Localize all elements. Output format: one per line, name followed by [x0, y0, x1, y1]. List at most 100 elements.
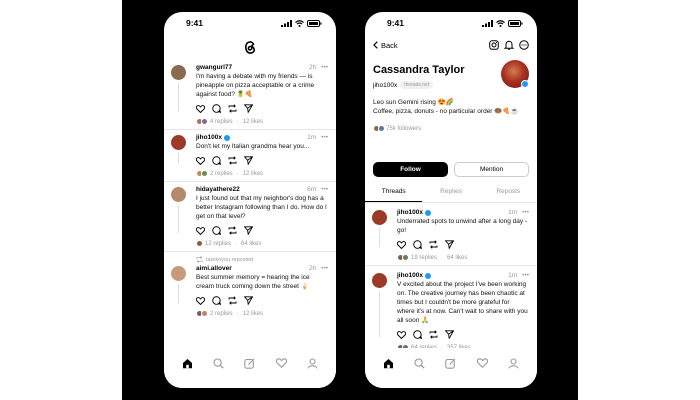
reply-count[interactable]: 4 replies — [210, 119, 233, 125]
repost-icon[interactable] — [429, 330, 438, 339]
post-stats: 12 replies · 64 likes — [196, 240, 328, 247]
like-icon[interactable] — [397, 330, 406, 339]
post-username[interactable]: aimi.allover — [196, 265, 232, 272]
compose-icon[interactable] — [244, 358, 255, 369]
share-icon[interactable] — [445, 240, 454, 249]
instagram-icon[interactable] — [489, 40, 499, 50]
reply-count[interactable]: 2 replies — [210, 311, 233, 317]
avatar[interactable] — [171, 65, 186, 80]
like-count[interactable]: 64 likes — [447, 255, 467, 261]
back-label: Back — [381, 40, 398, 50]
avatar[interactable] — [171, 187, 186, 202]
reply-count[interactable]: 19 replies — [411, 255, 437, 261]
mention-button[interactable]: Mention — [454, 162, 529, 177]
post-time: 1m — [307, 134, 317, 141]
reply-count[interactable]: 2 replies — [210, 171, 233, 177]
like-icon[interactable] — [397, 240, 406, 249]
tab-threads[interactable]: Threads — [365, 183, 423, 202]
avatar[interactable] — [171, 135, 186, 150]
more-icon[interactable]: ••• — [321, 186, 328, 193]
search-icon[interactable] — [213, 357, 224, 369]
feed-phone: 9:41 gwangurl77 2h ••• I'm having a debat… — [164, 12, 336, 388]
repost-icon[interactable] — [228, 156, 237, 165]
like-icon[interactable] — [196, 226, 205, 235]
profile-avatar[interactable] — [501, 60, 529, 88]
avatar[interactable] — [171, 266, 186, 281]
thread-line — [379, 291, 380, 337]
like-icon[interactable] — [196, 104, 205, 113]
share-icon[interactable] — [244, 226, 253, 235]
like-icon[interactable] — [196, 296, 205, 305]
tab-reposts[interactable]: Reposts — [480, 183, 537, 202]
threads-logo-icon[interactable] — [243, 39, 257, 55]
more-icon[interactable]: ••• — [321, 134, 328, 141]
tab-replies[interactable]: Replies — [422, 183, 479, 202]
post-username[interactable]: jiho100x — [397, 272, 423, 279]
avatar[interactable] — [372, 273, 387, 288]
post-username[interactable]: jiho100x — [196, 134, 222, 141]
profile-icon[interactable] — [307, 357, 318, 369]
compose-icon[interactable] — [445, 358, 456, 369]
post-username[interactable]: hidayathere22 — [196, 186, 240, 193]
profile-post[interactable]: jiho100x 1m ••• Underrated spots to unwin… — [365, 203, 537, 266]
feed-post[interactable]: aimi.allover 2h ••• Best summer memory = … — [164, 263, 336, 321]
comment-icon[interactable] — [212, 156, 221, 165]
home-icon[interactable] — [383, 358, 394, 369]
back-button[interactable]: Back — [373, 41, 398, 50]
share-icon[interactable] — [244, 156, 253, 165]
reply-avatars — [196, 310, 208, 317]
search-icon[interactable] — [414, 357, 425, 369]
domain-pill[interactable]: threads.net — [400, 81, 434, 89]
post-username[interactable]: jiho100x — [397, 209, 423, 216]
more-circle-icon[interactable] — [519, 40, 529, 50]
post-text: I'm having a debate with my friends — is… — [196, 73, 315, 98]
notification-bell-icon[interactable] — [504, 40, 514, 50]
post-actions — [397, 330, 529, 339]
like-count[interactable]: 12 likes — [243, 119, 263, 125]
more-icon[interactable]: ••• — [522, 272, 529, 279]
share-icon[interactable] — [244, 296, 253, 305]
repost-icon[interactable] — [228, 104, 237, 113]
reposter-label[interactable]: tarekoyou reposted — [206, 257, 253, 263]
heart-icon[interactable] — [275, 358, 287, 368]
post-stats: 2 replies · 12 likes — [196, 310, 328, 317]
comment-icon[interactable] — [212, 104, 221, 113]
avatar[interactable] — [372, 210, 387, 225]
follower-avatars — [373, 125, 385, 132]
followers-count[interactable]: 75k followers — [386, 126, 421, 132]
comment-icon[interactable] — [413, 330, 422, 339]
profile-header: Cassandra Taylor jiho100x threads.net Le… — [365, 56, 537, 152]
followers-row[interactable]: 75k followers — [373, 125, 529, 132]
feed-post[interactable]: hidayathere22 6m ••• I just found out tha… — [164, 182, 336, 252]
heart-icon[interactable] — [476, 358, 488, 368]
repost-icon[interactable] — [228, 296, 237, 305]
comment-icon[interactable] — [212, 226, 221, 235]
follow-button[interactable]: Follow — [373, 162, 448, 177]
feed-post[interactable]: gwangurl77 2h ••• I'm having a debate wit… — [164, 60, 336, 130]
home-icon[interactable] — [182, 358, 193, 369]
repost-icon[interactable] — [228, 226, 237, 235]
post-time: 2h — [308, 64, 317, 71]
share-icon[interactable] — [244, 104, 253, 113]
like-count[interactable]: 12 likes — [243, 171, 263, 177]
reply-count[interactable]: 12 replies — [205, 241, 231, 247]
post-actions — [196, 296, 328, 305]
comment-icon[interactable] — [413, 240, 422, 249]
more-icon[interactable]: ••• — [321, 64, 328, 71]
post-username[interactable]: gwangurl77 — [196, 64, 232, 71]
share-icon[interactable] — [445, 330, 454, 339]
comment-icon[interactable] — [212, 296, 221, 305]
like-count[interactable]: 12 likes — [243, 311, 263, 317]
repost-icon[interactable] — [429, 240, 438, 249]
profile-post[interactable]: jiho100x 1m ••• V excited about the proje… — [365, 266, 537, 355]
like-icon[interactable] — [196, 156, 205, 165]
thread-line — [178, 83, 179, 111]
profile-icon[interactable] — [508, 357, 519, 369]
thread-line — [178, 284, 179, 303]
feed-post[interactable]: jiho100x 1m ••• Don't let my Italian gran… — [164, 130, 336, 182]
reply-avatars — [196, 118, 208, 125]
reply-avatars — [397, 254, 409, 261]
more-icon[interactable]: ••• — [522, 209, 529, 216]
more-icon[interactable]: ••• — [321, 265, 328, 272]
like-count[interactable]: 64 likes — [241, 241, 261, 247]
